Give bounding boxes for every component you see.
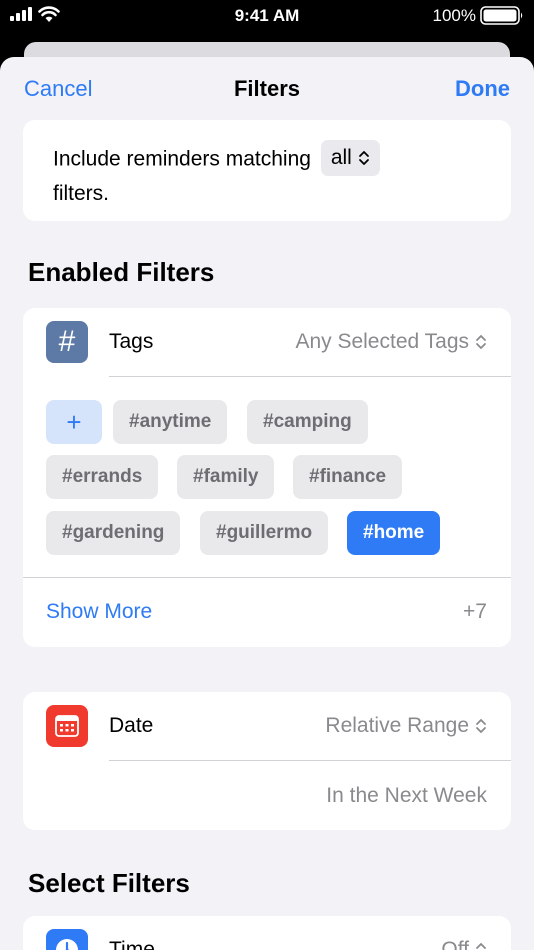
tag-chip-selected[interactable]: #home [347, 511, 441, 555]
tag-chip[interactable]: #camping [247, 400, 368, 444]
tag-chip[interactable]: #finance [293, 455, 403, 499]
navigation-bar: Cancel Filters Done [0, 57, 534, 121]
tag-chip[interactable]: #errands [46, 455, 159, 499]
filters-sheet: Cancel Filters Done Include reminders ma… [0, 57, 534, 950]
calendar-icon [46, 705, 88, 747]
chevron-up-down-icon [358, 151, 369, 166]
divider [23, 577, 511, 578]
match-mode-value: all [330, 146, 352, 169]
more-tags-count: +7 [463, 600, 487, 623]
tag-chip[interactable]: #anytime [113, 400, 228, 444]
tags-filter-row[interactable]: # Tags Any Selected Tags [23, 308, 511, 376]
time-filter-mode-value: Off [441, 938, 469, 950]
show-more-button[interactable]: Show More [46, 600, 152, 624]
battery-icon [480, 6, 523, 25]
time-filter-card: Time Off [23, 916, 511, 950]
enabled-filters-heading: Enabled Filters [28, 257, 215, 287]
tags-filter-card: # Tags Any Selected Tags + #anytime #cam… [23, 308, 511, 647]
select-filters-heading: Select Filters [28, 868, 190, 898]
date-range-value[interactable]: In the Next Week [326, 784, 487, 808]
date-filter-label: Date [109, 714, 154, 737]
tags-filter-mode-value: Any Selected Tags [295, 330, 469, 353]
date-filter-card: Date Relative Range In the Next Week [23, 692, 511, 830]
status-bar: 9:41 AM 100% [0, 0, 534, 32]
divider [109, 376, 511, 377]
page-title: Filters [233, 76, 301, 101]
match-mode-selector[interactable]: all [320, 140, 380, 176]
chevron-up-down-icon [476, 719, 486, 734]
tag-chip[interactable]: #guillermo [200, 511, 329, 555]
tags-filter-label: Tags [109, 330, 154, 353]
time-filter-label: Time [109, 938, 155, 950]
divider [109, 760, 511, 761]
date-filter-mode[interactable]: Relative Range [325, 714, 487, 738]
clock-icon [46, 929, 88, 950]
match-prefix-text: Include reminders matching [53, 147, 311, 171]
time-filter-mode[interactable]: Off [441, 938, 487, 950]
add-tag-button[interactable]: + [46, 400, 102, 444]
match-suffix-text: filters. [53, 182, 110, 205]
tag-chip[interactable]: #gardening [46, 511, 181, 555]
done-button[interactable]: Done [455, 76, 510, 102]
date-filter-mode-value: Relative Range [325, 714, 469, 737]
hashtag-icon: # [46, 321, 88, 363]
date-filter-row[interactable]: Date Relative Range [23, 692, 511, 760]
chevron-up-down-icon [476, 943, 486, 950]
chevron-up-down-icon [476, 335, 486, 350]
match-mode-card: Include reminders matching all filters. [23, 120, 511, 221]
tag-chip[interactable]: #family [177, 455, 275, 499]
tags-filter-mode[interactable]: Any Selected Tags [295, 330, 487, 354]
battery-percentage: 100% [432, 6, 476, 25]
time-filter-row[interactable]: Time Off [23, 916, 511, 950]
